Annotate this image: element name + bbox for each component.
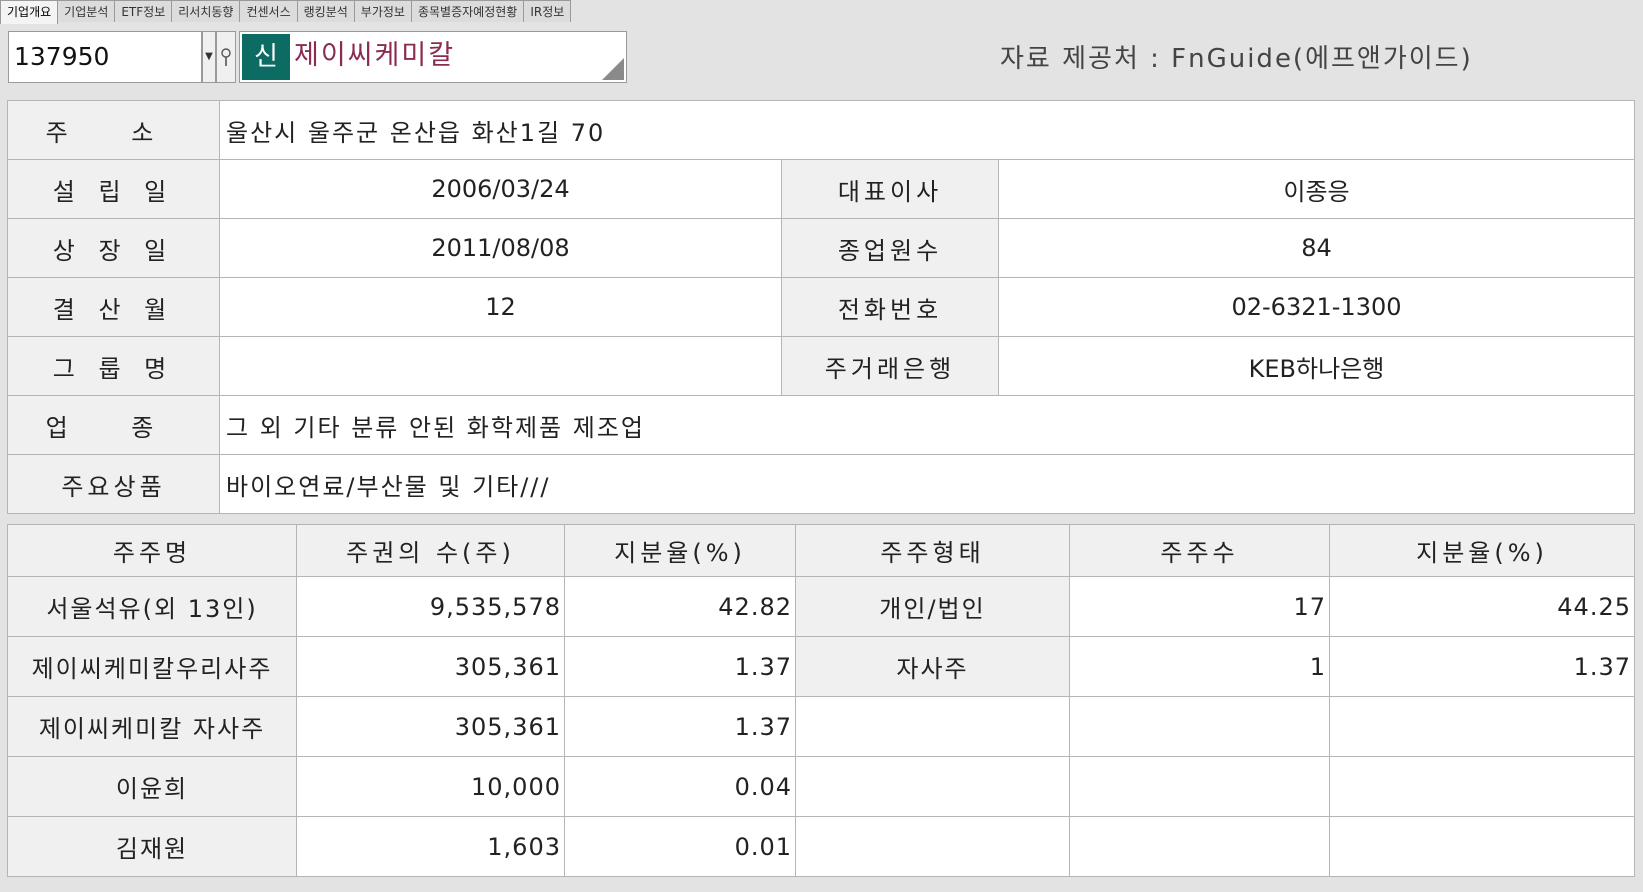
tab-ir-info[interactable]: IR정보 (523, 0, 572, 22)
header-shareholder-name: 주주명 (7, 524, 297, 577)
shareholder-name: 이윤희 (7, 756, 297, 817)
table-row: 상 장 일 2011/08/08 종업원수 84 (7, 218, 1635, 278)
shareholder-name: 제이씨케미칼우리사주 (7, 636, 297, 697)
tab-bar: 기업개요 기업분석 ETF정보 리서치동향 컨센서스 랭킹분석 부가정보 종목별… (0, 0, 572, 24)
table-row: 제이씨케미칼우리사주 305,361 1.37 자사주 1 1.37 (7, 636, 1635, 697)
type-percent (1329, 696, 1635, 757)
group-label: 그 룹 명 (7, 336, 220, 396)
bank-value: KEB하나은행 (998, 336, 1635, 396)
fiscal-month-label: 결 산 월 (7, 277, 220, 337)
stock-code-input[interactable]: 137950 (8, 31, 202, 83)
employees-label: 종업원수 (781, 218, 999, 278)
table-row: 업 종 그 외 기타 분류 안된 화학제품 제조업 (7, 395, 1635, 455)
share-count: 305,361 (296, 636, 565, 697)
share-percent: 0.01 (564, 816, 796, 877)
share-count: 305,361 (296, 696, 565, 757)
tab-ranking[interactable]: 랭킹분석 (296, 0, 355, 22)
share-percent: 1.37 (564, 636, 796, 697)
holder-count: 1 (1069, 636, 1330, 697)
resize-corner-icon (602, 58, 624, 80)
group-value (219, 336, 782, 396)
phone-value: 02-6321-1300 (998, 277, 1635, 337)
table-row: 김재원 1,603 0.01 (7, 816, 1635, 877)
tab-company-analysis[interactable]: 기업분석 (57, 0, 116, 22)
search-button[interactable] (216, 31, 236, 83)
chevron-down-icon: ▼ (205, 51, 213, 62)
table-row: 결 산 월 12 전화번호 02-6321-1300 (7, 277, 1635, 337)
fiscal-month-value: 12 (219, 277, 782, 337)
search-icon (221, 48, 231, 66)
shareholder-type (795, 696, 1070, 757)
shareholder-type (795, 816, 1070, 877)
industry-label: 업 종 (7, 395, 220, 455)
tab-research[interactable]: 리서치동향 (171, 0, 241, 22)
address-label: 주 소 (7, 100, 220, 160)
company-name-box[interactable]: 신 제이씨케미칼 (239, 31, 627, 83)
share-count: 9,535,578 (296, 576, 565, 637)
ceo-value: 이종응 (998, 159, 1635, 219)
listed-value: 2011/08/08 (219, 218, 782, 278)
table-row: 주 소 울산시 울주군 온산읍 화산1길 70 (7, 100, 1635, 160)
share-count: 10,000 (296, 756, 565, 817)
table-row: 그 룹 명 주거래은행 KEB하나은행 (7, 336, 1635, 396)
founded-label: 설 립 일 (7, 159, 220, 219)
holder-count (1069, 696, 1330, 757)
bank-label: 주거래은행 (781, 336, 999, 396)
shareholder-name: 김재원 (7, 816, 297, 877)
table-row: 서울석유(외 13인) 9,535,578 42.82 개인/법인 17 44.… (7, 576, 1635, 637)
type-percent: 1.37 (1329, 636, 1635, 697)
company-info-table: 주 소 울산시 울주군 온산읍 화산1길 70 설 립 일 2006/03/24… (7, 100, 1635, 514)
shareholder-type (795, 756, 1070, 817)
shareholder-name: 제이씨케미칼 자사주 (7, 696, 297, 757)
table-row: 설 립 일 2006/03/24 대표이사 이종응 (7, 159, 1635, 219)
listed-label: 상 장 일 (7, 218, 220, 278)
tab-extra-info[interactable]: 부가정보 (353, 0, 412, 22)
share-count: 1,603 (296, 816, 565, 877)
data-provider-label: 자료 제공처 : FnGuide(에프앤가이드) (1000, 44, 1473, 74)
employees-value: 84 (998, 218, 1635, 278)
header-share-percent: 지분율(%) (564, 524, 796, 577)
phone-label: 전화번호 (781, 277, 999, 337)
type-percent (1329, 756, 1635, 817)
products-label: 주요상품 (7, 454, 220, 514)
company-name: 제이씨케미칼 (294, 40, 456, 71)
header-type-percent: 지분율(%) (1329, 524, 1635, 577)
ceo-label: 대표이사 (781, 159, 999, 219)
toolbar: 137950 ▼ 신 제이씨케미칼 자료 제공처 : FnGuide(에프앤가이… (0, 24, 1643, 92)
tab-etf-info[interactable]: ETF정보 (114, 0, 173, 22)
products-value: 바이오연료/부산물 및 기타/// (219, 454, 1635, 514)
code-dropdown-button[interactable]: ▼ (202, 31, 216, 83)
shareholder-name: 서울석유(외 13인) (7, 576, 297, 637)
shareholder-table: 주주명 주권의 수(주) 지분율(%) 주주형태 주주수 지분율(%) 서울석유… (7, 524, 1635, 877)
tab-capital-increase[interactable]: 종목별증자예정현황 (410, 0, 525, 22)
table-header-row: 주주명 주권의 수(주) 지분율(%) 주주형태 주주수 지분율(%) (7, 524, 1635, 577)
shareholder-type: 자사주 (795, 636, 1070, 697)
share-percent: 0.04 (564, 756, 796, 817)
new-listing-badge: 신 (242, 34, 290, 80)
share-percent: 42.82 (564, 576, 796, 637)
address-value: 울산시 울주군 온산읍 화산1길 70 (219, 100, 1635, 160)
holder-count (1069, 816, 1330, 877)
header-shareholder-type: 주주형태 (795, 524, 1070, 577)
table-row: 제이씨케미칼 자사주 305,361 1.37 (7, 696, 1635, 757)
type-percent: 44.25 (1329, 576, 1635, 637)
share-percent: 1.37 (564, 696, 796, 757)
tab-consensus[interactable]: 컨센서스 (239, 0, 298, 22)
table-row: 이윤희 10,000 0.04 (7, 756, 1635, 817)
shareholder-type: 개인/법인 (795, 576, 1070, 637)
header-holder-count: 주주수 (1069, 524, 1330, 577)
founded-value: 2006/03/24 (219, 159, 782, 219)
holder-count: 17 (1069, 576, 1330, 637)
holder-count (1069, 756, 1330, 817)
industry-value: 그 외 기타 분류 안된 화학제품 제조업 (219, 395, 1635, 455)
header-share-count: 주권의 수(주) (296, 524, 565, 577)
tab-company-overview[interactable]: 기업개요 (0, 0, 59, 24)
table-row: 주요상품 바이오연료/부산물 및 기타/// (7, 454, 1635, 514)
type-percent (1329, 816, 1635, 877)
